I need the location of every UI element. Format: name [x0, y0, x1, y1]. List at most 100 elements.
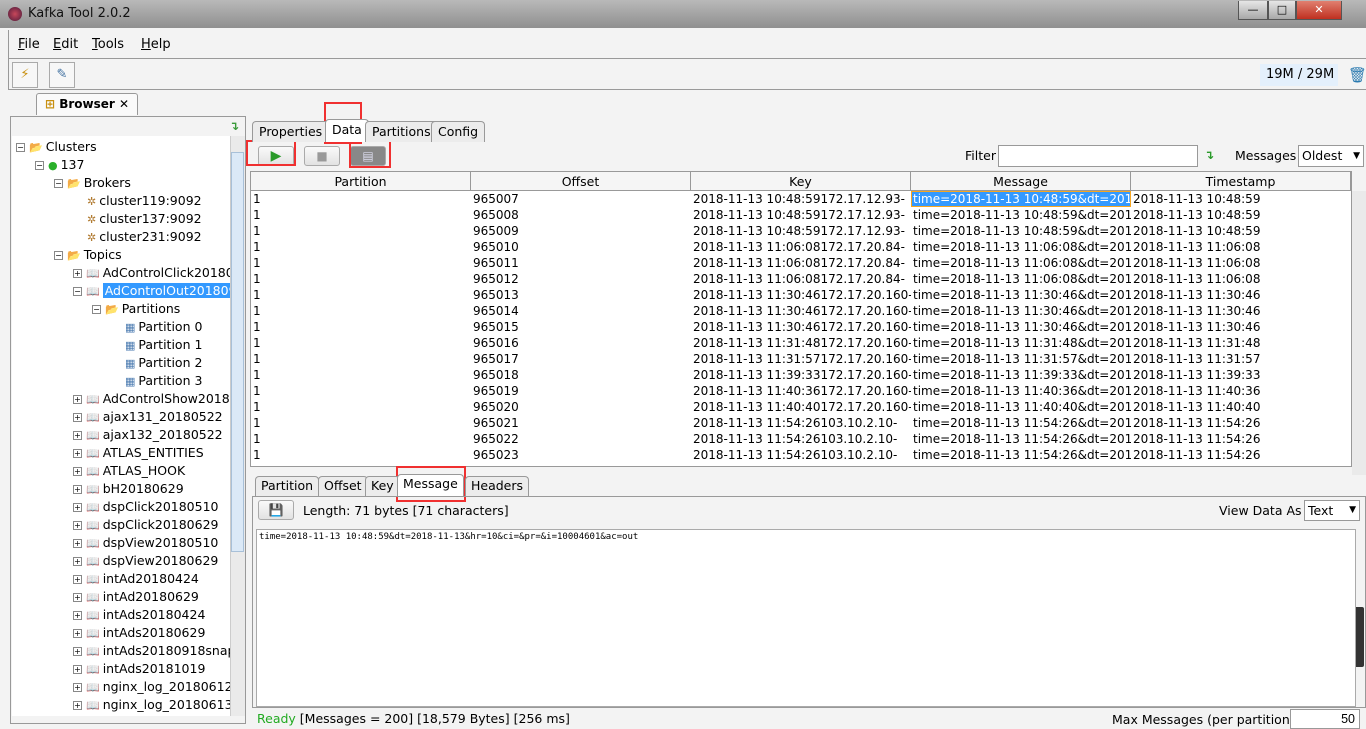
table-cell[interactable]: 965017 — [471, 351, 691, 367]
table-cell[interactable]: 965010 — [471, 239, 691, 255]
table-cell[interactable]: 2018-11-13 11:40:36 — [1131, 383, 1351, 399]
collapse-icon[interactable]: − — [92, 305, 101, 314]
table-cell[interactable]: time=2018-11-13 11:54:26&dt=2018-... — [911, 447, 1131, 463]
tree-node[interactable]: ✲ cluster231:9092 — [87, 228, 202, 246]
expand-icon[interactable]: + — [73, 485, 82, 494]
tab-browser[interactable]: ⊞ Browser ✕ — [36, 93, 138, 115]
menu-file[interactable]: File — [18, 37, 40, 52]
table-cell[interactable]: 2018-11-13 11:31:57172.17.20.160- — [691, 351, 911, 367]
table-cell[interactable]: time=2018-11-13 11:30:46&dt=2018-... — [911, 287, 1131, 303]
expand-icon[interactable]: + — [73, 683, 82, 692]
save-button[interactable]: 💾 — [258, 500, 294, 520]
table-cell[interactable]: 2018-11-13 11:40:40 — [1131, 399, 1351, 415]
tree-node[interactable]: + 📖 intAds20181019 — [73, 660, 205, 678]
close-button[interactable]: ✕ — [1296, 1, 1342, 20]
tree-node[interactable]: + 📖 bH20180629 — [73, 480, 184, 498]
detail-tab-key[interactable]: Key — [365, 476, 400, 496]
table-cell[interactable]: time=2018-11-13 11:31:48&dt=2018-... — [911, 335, 1131, 351]
tree-node[interactable]: ▦ Partition 2 — [125, 354, 202, 372]
table-cell[interactable]: 2018-11-13 11:54:26103.10.2.10- — [691, 431, 911, 447]
expand-icon[interactable]: + — [73, 647, 82, 656]
tree-node[interactable]: − 📂 Topics — [54, 246, 122, 264]
table-cell[interactable]: 1 — [251, 319, 471, 335]
tree-scroll-thumb[interactable] — [231, 152, 244, 552]
table-cell[interactable]: 2018-11-13 11:06:08172.17.20.84- — [691, 255, 911, 271]
table-cell[interactable]: 965013 — [471, 287, 691, 303]
max-messages-input[interactable] — [1290, 709, 1360, 729]
table-cell[interactable]: 1 — [251, 431, 471, 447]
table-cell[interactable]: 2018-11-13 11:31:57 — [1131, 351, 1351, 367]
table-cell[interactable]: time=2018-11-13 11:31:57&dt=2018-... — [911, 351, 1131, 367]
table-cell[interactable]: 965014 — [471, 303, 691, 319]
table-cell[interactable]: 2018-11-13 11:31:48 — [1131, 335, 1351, 351]
table-cell[interactable]: 1 — [251, 399, 471, 415]
tree-node[interactable]: + 📖 intAd20180629 — [73, 588, 199, 606]
table-cell[interactable]: 2018-11-13 10:48:59172.17.12.93- — [691, 223, 911, 239]
table-cell[interactable]: 2018-11-13 11:54:26 — [1131, 415, 1351, 431]
tree-node[interactable]: − ● 137 — [35, 156, 84, 174]
expand-icon[interactable]: + — [73, 467, 82, 476]
expand-icon[interactable]: + — [73, 413, 82, 422]
expand-icon[interactable]: + — [73, 611, 82, 620]
expand-icon[interactable]: + — [73, 665, 82, 674]
table-cell[interactable]: 2018-11-13 11:31:48172.17.20.160- — [691, 335, 911, 351]
table-cell[interactable]: 965018 — [471, 367, 691, 383]
tree-node[interactable]: ▦ Partition 0 — [125, 318, 202, 336]
table-cell[interactable]: time=2018-11-13 11:30:46&dt=2018-... — [911, 319, 1131, 335]
table-cell[interactable]: 965007 — [471, 191, 691, 207]
menu-edit[interactable]: Edit — [53, 37, 78, 52]
column-header-message[interactable]: Message — [911, 172, 1131, 191]
table-cell[interactable]: 2018-11-13 10:48:59 — [1131, 223, 1351, 239]
table-cell[interactable]: 965021 — [471, 415, 691, 431]
menu-help[interactable]: Help — [141, 37, 171, 52]
table-cell[interactable]: 1 — [251, 255, 471, 271]
table-cell[interactable]: 2018-11-13 11:54:26 — [1131, 431, 1351, 447]
expand-icon[interactable]: + — [73, 629, 82, 638]
table-cell[interactable]: 2018-11-13 11:06:08 — [1131, 255, 1351, 271]
column-header-key[interactable]: Key — [691, 172, 911, 191]
maximize-button[interactable]: □ — [1268, 1, 1296, 20]
table-cell[interactable]: time=2018-11-13 10:48:59&dt=2018-... — [911, 191, 1131, 207]
table-cell[interactable]: 2018-11-13 11:54:26103.10.2.10- — [691, 447, 911, 463]
table-cell[interactable]: 965022 — [471, 431, 691, 447]
tab-data[interactable]: Data — [325, 119, 369, 142]
tree-node[interactable]: + 📖 nginx_log_20180613 — [73, 696, 230, 714]
table-cell[interactable]: time=2018-11-13 11:06:08&dt=2018-... — [911, 239, 1131, 255]
view-data-as-select[interactable]: Text ▼ — [1304, 500, 1360, 521]
tree-node[interactable]: ✲ cluster137:9092 — [87, 210, 202, 228]
expand-icon[interactable]: + — [73, 539, 82, 548]
messages-select[interactable]: Oldest ▼ — [1298, 145, 1364, 167]
table-cell[interactable]: 1 — [251, 207, 471, 223]
expand-icon[interactable]: + — [73, 269, 82, 278]
tree-node[interactable]: + 📖 intAds20180424 — [73, 606, 205, 624]
tree-node[interactable]: ▦ Partition 3 — [125, 372, 202, 390]
table-cell[interactable]: 1 — [251, 271, 471, 287]
tree-node[interactable]: − 📖 AdControlOut201809 — [73, 282, 230, 300]
table-cell[interactable]: time=2018-11-13 11:54:26&dt=2018-... — [911, 415, 1131, 431]
table-cell[interactable]: time=2018-11-13 11:54:26&dt=2018-... — [911, 431, 1131, 447]
table-cell[interactable]: 2018-11-13 11:40:40172.17.20.160- — [691, 399, 911, 415]
tree-node[interactable]: + 📖 dspClick20180510 — [73, 498, 219, 516]
table-cell[interactable]: 2018-11-13 10:48:59 — [1131, 207, 1351, 223]
collapse-icon[interactable]: − — [73, 287, 82, 296]
refresh-icon[interactable]: ↴ — [229, 119, 239, 133]
message-text[interactable]: time=2018-11-13 10:48:59&dt=2018-11-13&h… — [256, 529, 1356, 707]
tree-node[interactable]: + 📖 nginx_log_20180612 — [73, 678, 230, 696]
table-cell[interactable]: 1 — [251, 191, 471, 207]
expand-icon[interactable]: + — [73, 395, 82, 404]
collapse-icon[interactable]: − — [54, 179, 63, 188]
table-cell[interactable]: 965016 — [471, 335, 691, 351]
tree-node[interactable]: + 📖 intAd20180424 — [73, 570, 199, 588]
detail-tab-message[interactable]: Message — [397, 474, 464, 496]
expand-icon[interactable]: + — [73, 557, 82, 566]
tree-node[interactable]: + 📖 ajax131_20180522 — [73, 408, 223, 426]
expand-icon[interactable]: + — [73, 431, 82, 440]
edit-tree-button[interactable]: ✎ — [49, 62, 75, 88]
column-header-offset[interactable]: Offset — [471, 172, 691, 191]
table-cell[interactable]: 2018-11-13 11:54:26 — [1131, 447, 1351, 463]
table-cell[interactable]: 2018-11-13 11:39:33 — [1131, 367, 1351, 383]
table-cell[interactable]: 1 — [251, 335, 471, 351]
tab-properties[interactable]: Properties — [252, 121, 330, 142]
table-cell[interactable]: 2018-11-13 11:54:26103.10.2.10- — [691, 415, 911, 431]
table-cell[interactable]: time=2018-11-13 11:06:08&dt=2018-... — [911, 255, 1131, 271]
